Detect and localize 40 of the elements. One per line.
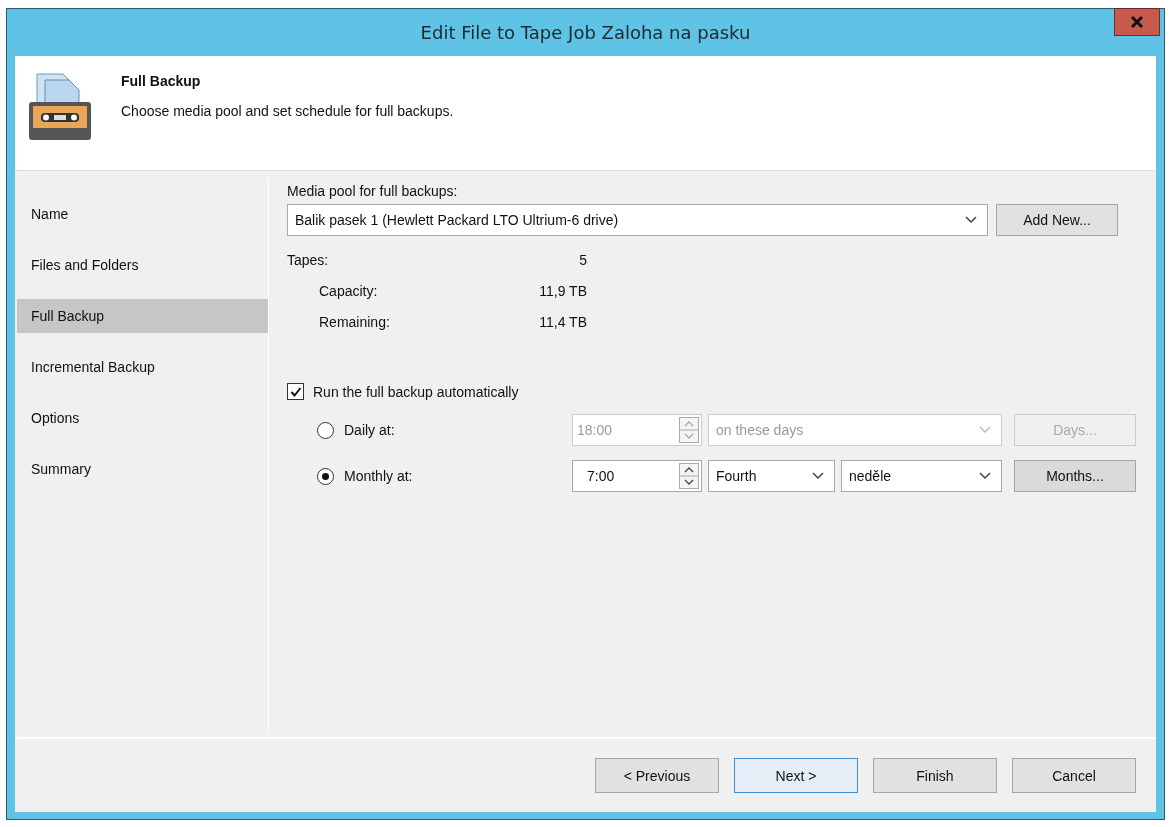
sidebar-item[interactable]: Name [17, 197, 268, 231]
stat-value: 11,4 TB [539, 314, 587, 330]
wizard-button[interactable]: < Previous [595, 758, 719, 793]
stat-label: Remaining: [319, 314, 390, 330]
sidebar-item[interactable]: Incremental Backup [17, 350, 268, 384]
radio-label: Daily at: [344, 422, 395, 438]
media-pool-dropdown[interactable]: Balik pasek 1 (Hewlett Packard LTO Ultrium-6 drive) [287, 204, 988, 236]
radio-button[interactable] [317, 467, 334, 485]
close-icon [1130, 15, 1144, 29]
window-title: Edit File to Tape Job Zaloha na pasku [420, 22, 751, 43]
tape-cassette-icon [27, 70, 93, 142]
sidebar-item[interactable]: Summary [17, 452, 268, 486]
page-heading: Full Backup [121, 73, 202, 89]
sidebar-item[interactable]: Files and Folders [17, 248, 268, 282]
time-spinner[interactable]: 7:00 [572, 460, 702, 492]
stat-label: Tapes: [287, 252, 329, 268]
radio-label: Monthly at: [344, 468, 413, 484]
add-new-button[interactable]: Add New... [996, 204, 1118, 236]
sidebar-item[interactable]: Full Backup [17, 299, 268, 333]
schedule-button[interactable]: Months... [1014, 460, 1136, 492]
sidebar-item[interactable]: Options [17, 401, 268, 435]
chevron-down-icon [979, 426, 991, 434]
stat-label: Capacity: [319, 283, 378, 299]
schedule-dropdown[interactable]: Fourth [708, 460, 835, 492]
schedule-dropdown[interactable]: neděle [841, 460, 1002, 492]
chevron-down-icon [812, 472, 824, 480]
chevron-down-icon [979, 472, 991, 480]
close-button[interactable] [1114, 8, 1160, 36]
wizard-button[interactable]: Finish [873, 758, 997, 793]
checkbox-label: Run the full backup automatically [313, 383, 519, 400]
media-pool-label: Media pool for full backups: [287, 183, 459, 199]
checkbox[interactable] [287, 383, 304, 400]
stat-value: 11,9 TB [539, 283, 587, 299]
chevron-down-icon [965, 216, 977, 224]
spin-arrows-icon [679, 417, 699, 443]
stat-value: 5 [579, 252, 587, 268]
spin-arrows-icon [679, 463, 699, 489]
wizard-button[interactable]: Next > [734, 758, 858, 793]
page-description: Choose media pool and set schedule for full backups. [121, 103, 454, 119]
wizard-button[interactable]: Cancel [1012, 758, 1136, 793]
